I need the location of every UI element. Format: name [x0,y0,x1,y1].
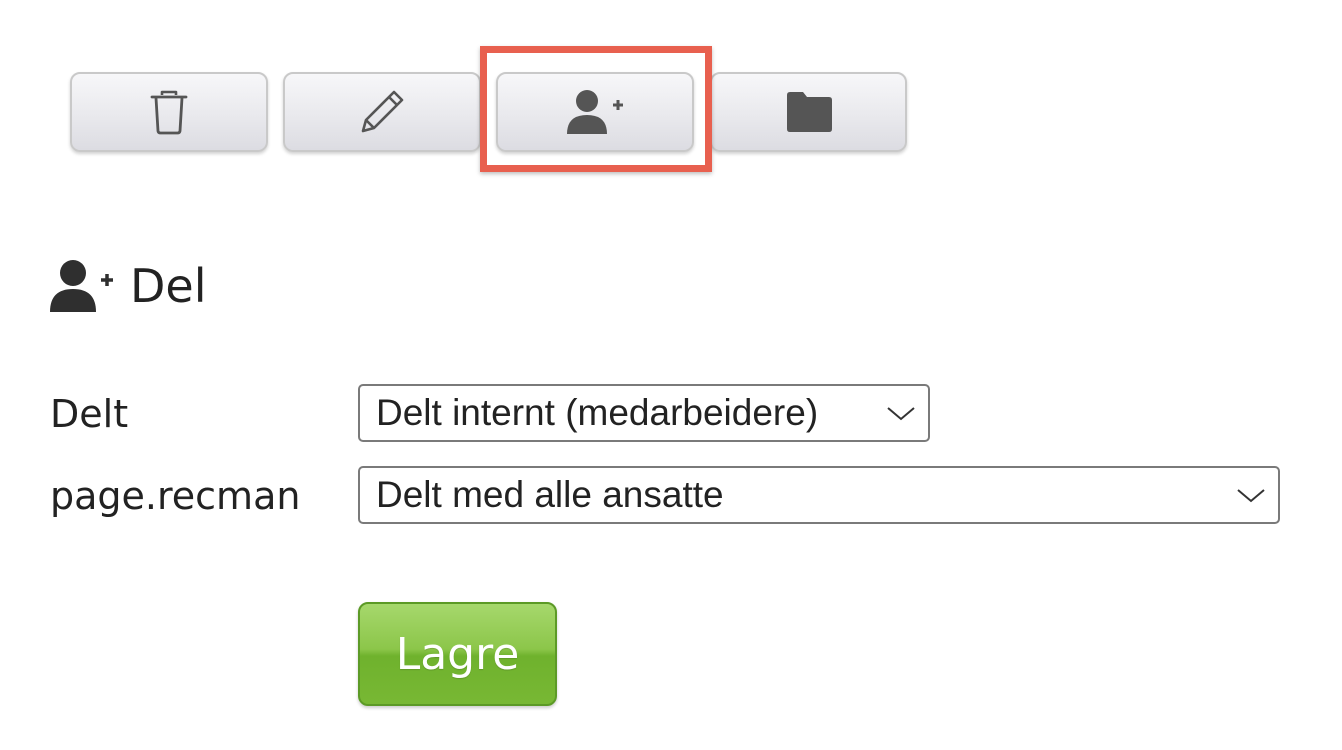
shared-label: Delt [50,392,129,436]
save-button-label: Lagre [395,628,520,680]
toolbar [70,72,910,152]
user-plus-icon [567,90,623,134]
folder-button[interactable] [710,72,907,152]
chevron-down-icon [887,407,915,421]
save-button[interactable]: Lagre [358,602,557,706]
trash-icon [150,90,188,135]
chevron-down-icon [1237,489,1265,503]
shared-select[interactable]: Delt internt (medarbeidere) [358,384,930,442]
recman-select[interactable]: Delt med alle ansatte [358,466,1280,524]
page-title: Del [130,259,207,313]
folder-icon [786,92,832,132]
pencil-icon [361,90,404,133]
section-title: Del [48,256,207,316]
shared-select-value: Delt internt (medarbeidere) [376,392,819,433]
user-plus-icon [50,260,113,312]
recman-select-value: Delt med alle ansatte [376,474,724,515]
edit-button[interactable] [283,72,481,152]
delete-button[interactable] [70,72,268,152]
share-button[interactable] [496,72,694,152]
recman-label: page.recman [50,474,301,518]
